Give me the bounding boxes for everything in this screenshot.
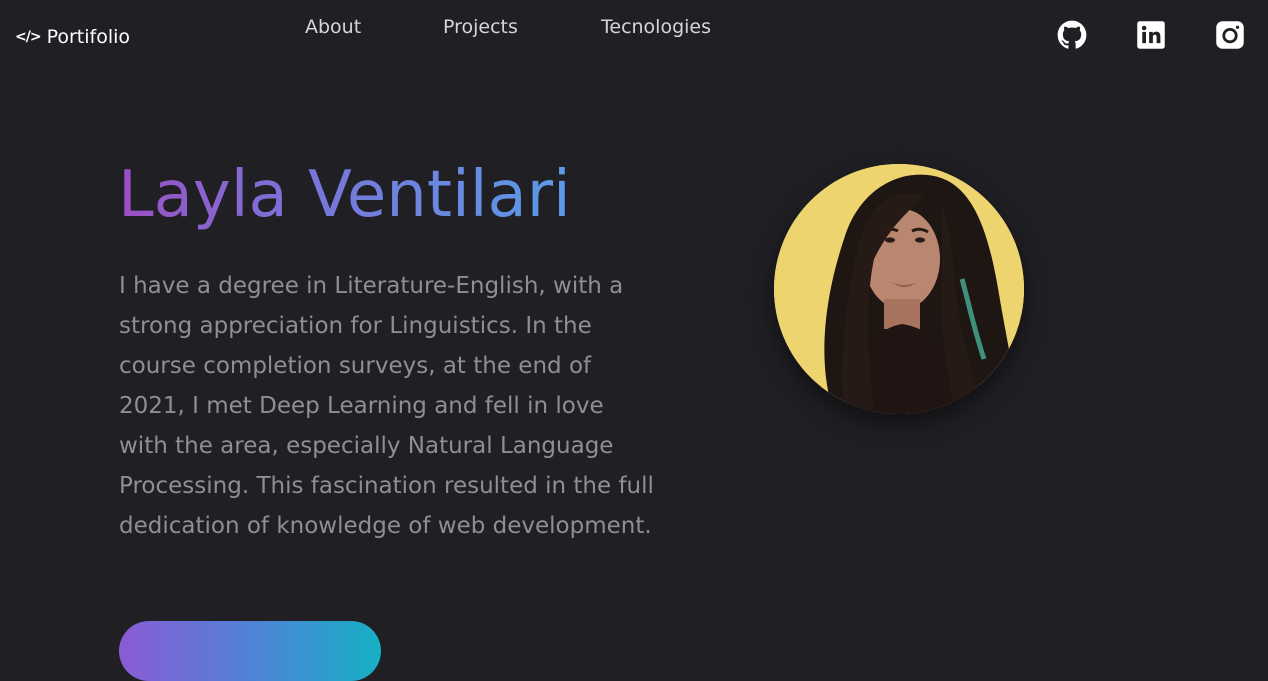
profile-photo <box>774 164 1024 414</box>
logo-link[interactable]: </> Portifolio <box>15 26 130 48</box>
linkedin-link[interactable] <box>1136 20 1166 50</box>
nav-tecnologies[interactable]: Tecnologies <box>601 16 711 38</box>
hero-name: Layla Ventilari <box>118 158 571 232</box>
hero-bio: I have a degree in Literature-English, w… <box>119 273 654 539</box>
instagram-link[interactable] <box>1215 20 1245 50</box>
profile-portrait <box>774 164 1024 414</box>
code-icon: </> <box>15 29 42 45</box>
github-link[interactable] <box>1057 20 1087 50</box>
instagram-icon <box>1216 21 1244 49</box>
linkedin-icon <box>1137 21 1165 49</box>
github-icon <box>1057 20 1087 49</box>
logo-text: Portifolio <box>46 26 131 48</box>
hero-cta-button[interactable] <box>119 621 381 681</box>
site-header: </> Portifolio About Projects Tecnologie… <box>0 0 1268 72</box>
nav-about[interactable]: About <box>305 16 361 38</box>
nav-projects[interactable]: Projects <box>443 16 518 38</box>
